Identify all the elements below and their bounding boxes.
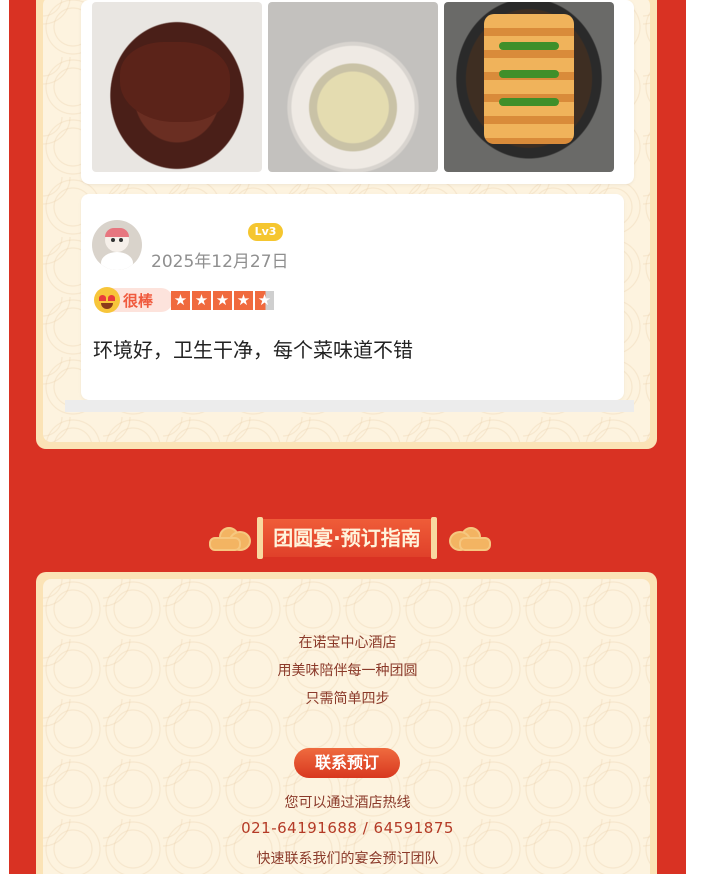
auspicious-cloud-icon	[445, 525, 491, 551]
intro-line: 在诺宝中心酒店	[298, 635, 397, 651]
avatar[interactable]	[92, 220, 142, 270]
level-badge: Lv3	[248, 223, 283, 241]
intro-line: 用美味陪伴每一种团圆	[277, 663, 418, 679]
review-photo-card	[81, 0, 634, 184]
card-scroll-strip	[65, 400, 634, 412]
auspicious-cloud-icon	[209, 525, 251, 551]
title-bar-right	[431, 517, 437, 559]
review-photo-fried-fish[interactable]	[444, 2, 614, 172]
star-icon: ★	[213, 291, 232, 310]
heart-eyes-emoji-icon	[94, 287, 120, 313]
rating-tag: 很棒	[123, 292, 154, 310]
review-date: 2025年12月27日	[151, 252, 289, 272]
star-icon: ★	[192, 291, 211, 310]
section-title-banner: 团圆宴·预订指南	[9, 517, 686, 559]
team-contact-line: 快速联系我们的宴会预订团队	[256, 851, 439, 867]
hotline-label: 您可以通过酒店热线	[284, 795, 411, 811]
section-title: 团圆宴·预订指南	[263, 519, 431, 557]
review-card: Lv3 2025年12月27日 很棒 ★ ★ ★ ★ ★ 环境好，卫生干净，每个…	[81, 194, 624, 400]
half-star-icon: ★	[255, 291, 274, 310]
star-icon: ★	[234, 291, 253, 310]
intro-line: 只需简单四步	[305, 691, 390, 707]
phone-numbers[interactable]: 021-64191688 / 64591875	[9, 819, 686, 837]
review-photo-braised-pork[interactable]	[92, 2, 262, 172]
star-icon: ★	[171, 291, 190, 310]
review-photo-soup[interactable]	[268, 2, 438, 172]
contact-booking-button[interactable]: 联系预订	[294, 748, 400, 778]
review-comment: 环境好，卫生干净，每个菜味道不错	[93, 338, 413, 362]
rating-stars: ★ ★ ★ ★ ★	[171, 291, 274, 310]
page-background: Lv3 2025年12月27日 很棒 ★ ★ ★ ★ ★ 环境好，卫生干净，每个…	[9, 0, 686, 874]
